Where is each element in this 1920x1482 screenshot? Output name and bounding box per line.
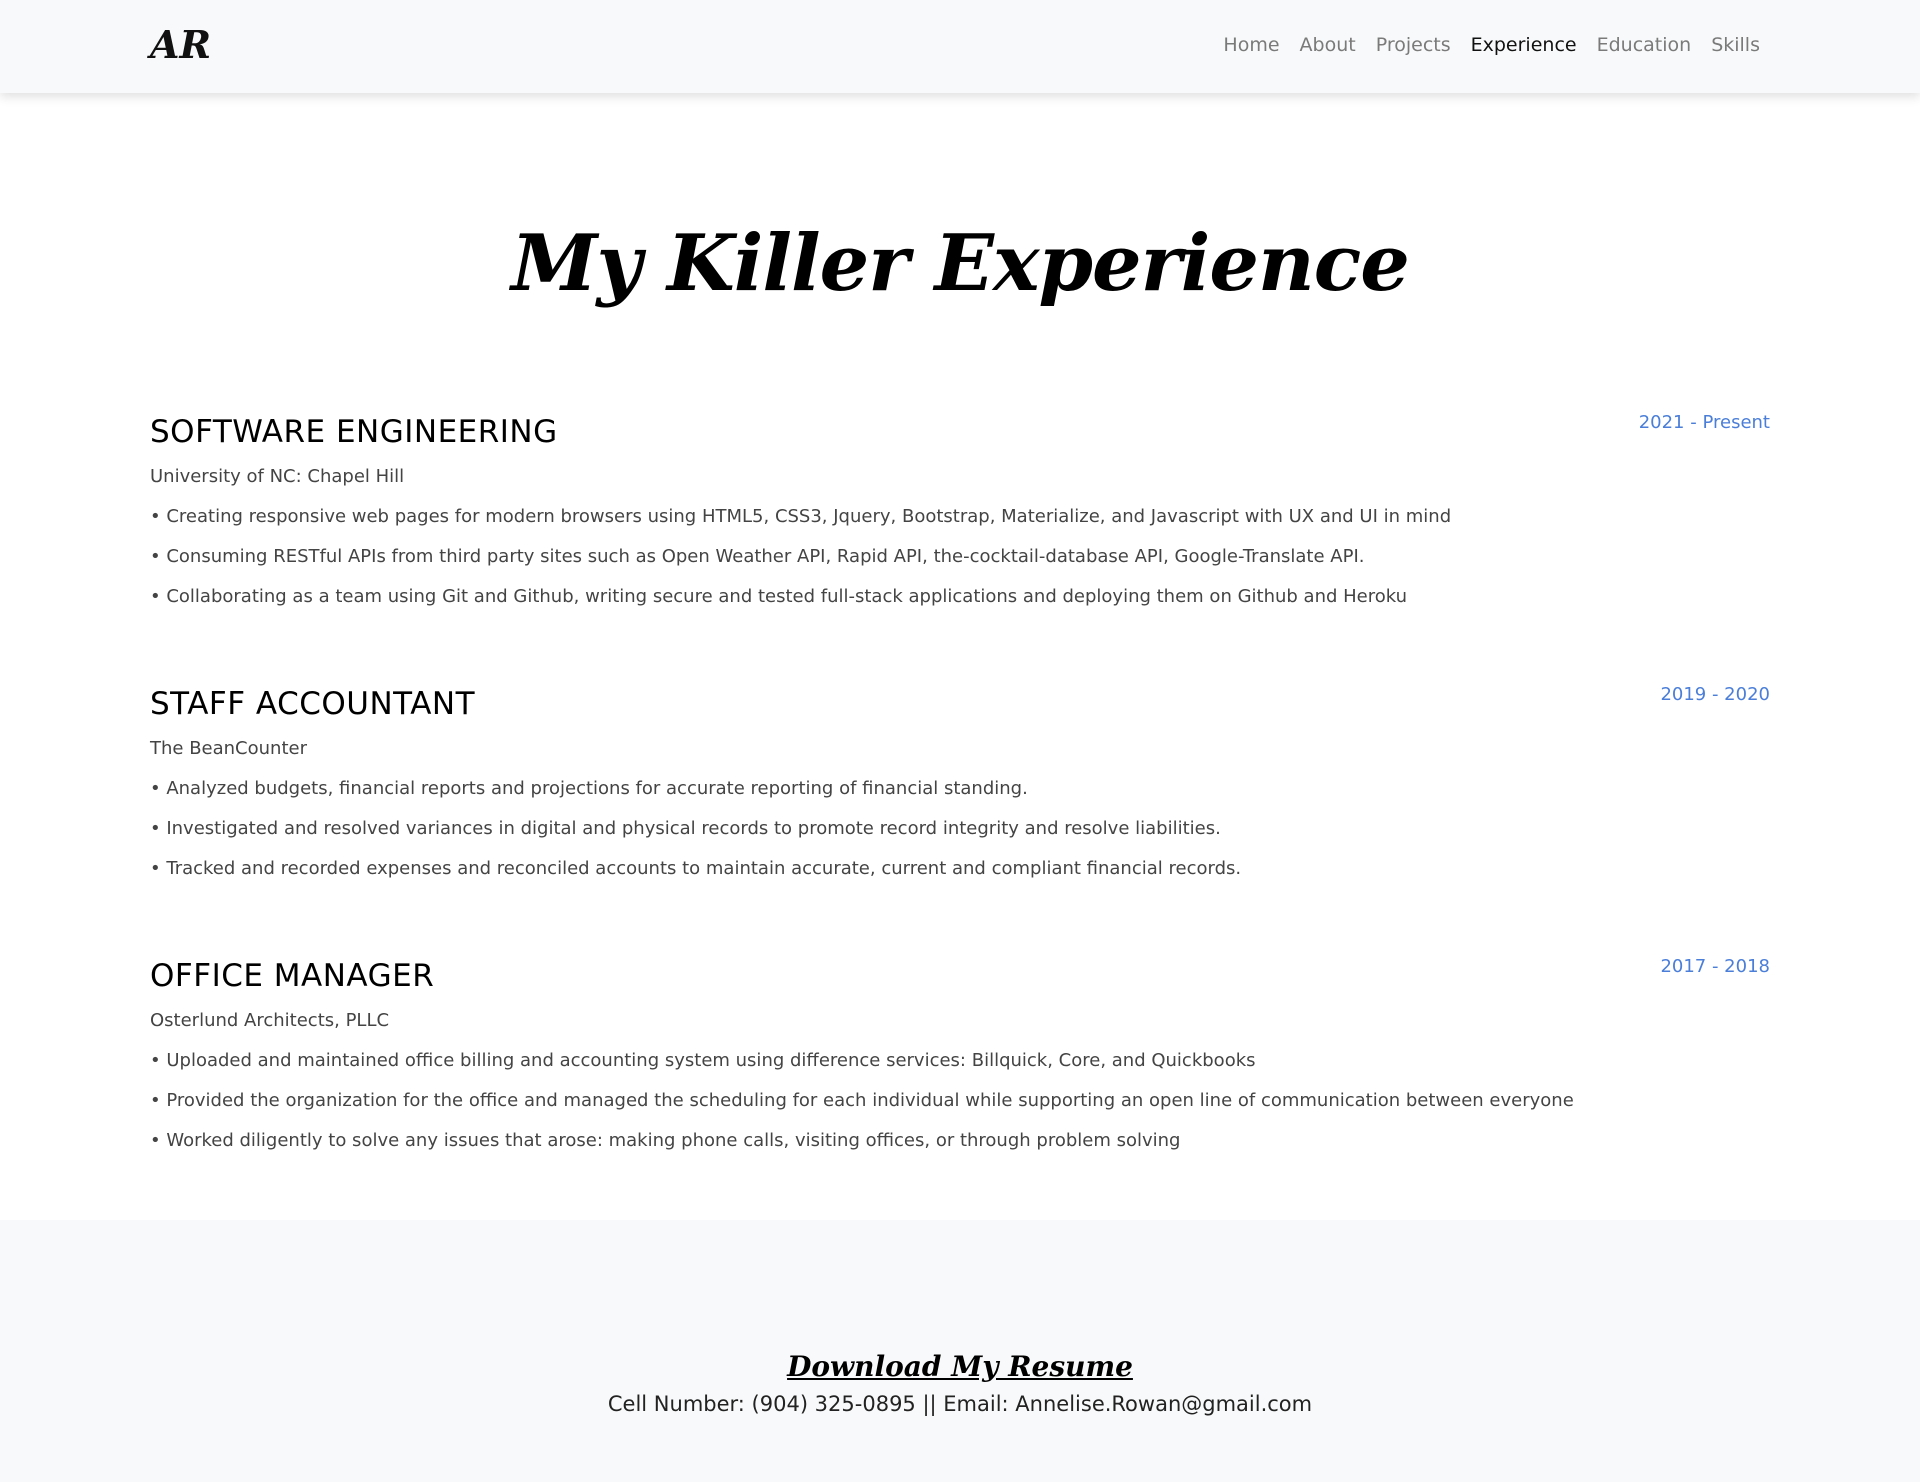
experience-item-software-engineering: SOFTWARE ENGINEERING 2021 - Present Univ… xyxy=(150,412,1770,610)
navbar: AR Home About Projects Experience Educat… xyxy=(0,0,1920,93)
experience-bullet: • Consuming RESTful APIs from third part… xyxy=(150,546,1365,567)
nav-link-skills[interactable]: Skills xyxy=(1711,34,1760,56)
experience-bullet: • Provided the organization for the offi… xyxy=(150,1090,1574,1111)
experience-dates: 2019 - 2020 xyxy=(1660,684,1770,705)
experience-item-office-manager: OFFICE MANAGER 2017 - 2018 Osterlund Arc… xyxy=(150,956,1770,1154)
nav-link-projects[interactable]: Projects xyxy=(1376,34,1451,56)
experience-item-staff-accountant: STAFF ACCOUNTANT 2019 - 2020 The BeanCou… xyxy=(150,684,1770,882)
contact-info: Cell Number: (904) 325-0895 || Email: An… xyxy=(607,1392,1313,1416)
experience-company: Osterlund Architects, PLLC xyxy=(150,1010,390,1031)
download-resume-link[interactable]: Download My Resume xyxy=(0,1350,1920,1383)
nav-link-experience[interactable]: Experience xyxy=(1471,34,1577,56)
nav-links: Home About Projects Experience Education… xyxy=(1203,34,1760,56)
experience-company: The BeanCounter xyxy=(150,738,307,759)
experience-title: OFFICE MANAGER xyxy=(150,958,435,994)
experience-bullet: • Collaborating as a team using Git and … xyxy=(150,586,1408,607)
experience-dates: 2017 - 2018 xyxy=(1660,956,1770,977)
footer: Download My Resume Cell Number: (904) 32… xyxy=(0,1220,1920,1482)
nav-link-home[interactable]: Home xyxy=(1223,34,1279,56)
experience-title: STAFF ACCOUNTANT xyxy=(150,686,476,722)
experience-bullet: • Worked diligently to solve any issues … xyxy=(150,1130,1181,1151)
nav-link-about[interactable]: About xyxy=(1300,34,1356,56)
experience-dates: 2021 - Present xyxy=(1638,412,1770,433)
nav-link-education[interactable]: Education xyxy=(1597,34,1692,56)
experience-title: SOFTWARE ENGINEERING xyxy=(150,414,558,450)
experience-bullet: • Creating responsive web pages for mode… xyxy=(150,506,1452,527)
experience-company: University of NC: Chapel Hill xyxy=(150,466,405,487)
experience-bullet: • Tracked and recorded expenses and reco… xyxy=(150,858,1242,879)
page-title: My Killer Experience xyxy=(511,218,1410,309)
experience-bullet: • Uploaded and maintained office billing… xyxy=(150,1050,1256,1071)
experience-bullet: • Analyzed budgets, financial reports an… xyxy=(150,778,1028,799)
brand-logo[interactable]: AR xyxy=(150,22,211,67)
experience-bullet: • Investigated and resolved variances in… xyxy=(150,818,1221,839)
